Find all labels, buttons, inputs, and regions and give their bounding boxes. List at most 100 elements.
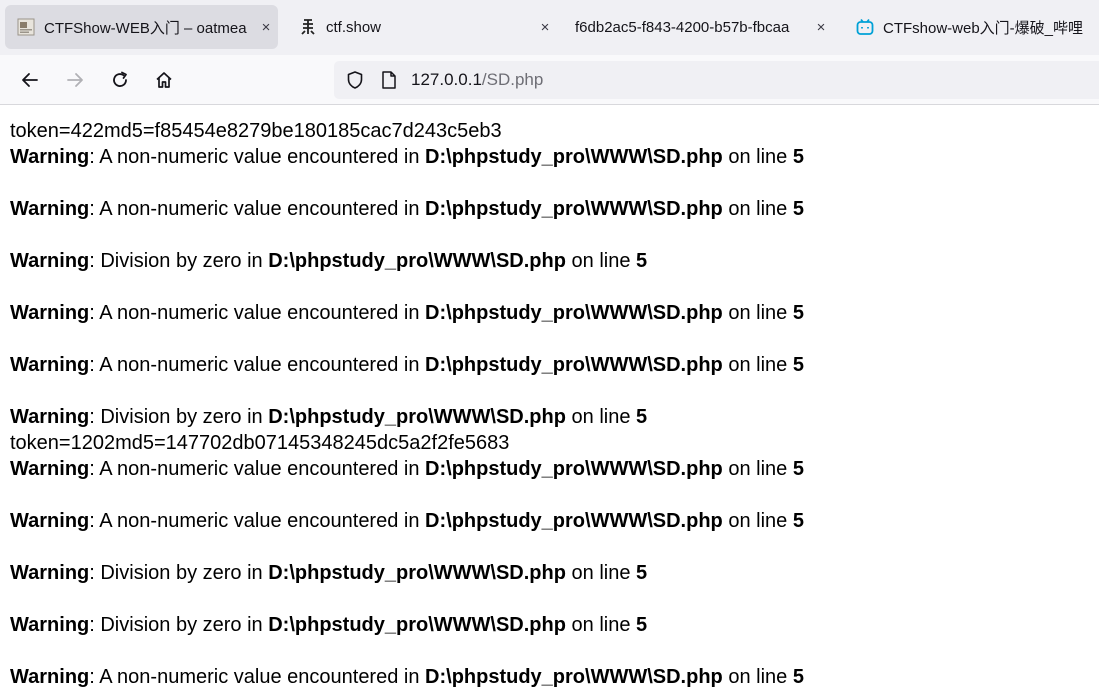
address-bar[interactable]: 127.0.0.1/SD.php xyxy=(334,61,1099,99)
warning-text: : A non-numeric value encountered in xyxy=(89,354,426,376)
home-icon xyxy=(156,72,172,88)
warning-label: Warning xyxy=(10,146,90,168)
close-icon[interactable]: × xyxy=(254,19,278,36)
line-break xyxy=(10,378,1090,404)
on-line-text: on line xyxy=(722,146,793,168)
warning-line: Warning: Division by zero in D:\phpstudy… xyxy=(10,248,1090,274)
forward-button[interactable] xyxy=(60,65,90,95)
warning-label: Warning xyxy=(10,458,90,480)
line-number: 5 xyxy=(792,458,804,480)
on-line-text: on line xyxy=(722,302,793,324)
warning-text: : Division by zero in xyxy=(89,250,269,272)
line-number: 5 xyxy=(636,406,648,428)
navigation-toolbar: 127.0.0.1/SD.php xyxy=(0,55,1099,105)
file-path: D:\phpstudy_pro\WWW\SD.php xyxy=(268,562,566,584)
warning-line: Warning: A non-numeric value encountered… xyxy=(10,508,1090,534)
tab-ctf-show[interactable]: ctf.show × xyxy=(287,5,557,49)
line-number: 5 xyxy=(636,250,648,272)
line-break xyxy=(10,482,1090,508)
warning-text: : Division by zero in xyxy=(89,406,269,428)
arrow-right-icon xyxy=(67,73,83,87)
warning-text: : Division by zero in xyxy=(89,614,269,636)
warning-text: : A non-numeric value encountered in xyxy=(89,458,426,480)
warning-text: : Division by zero in xyxy=(89,562,269,584)
tab-uuid-page[interactable]: f6db2ac5-f843-4200-b57b-fbcaa × xyxy=(563,5,833,49)
line-break xyxy=(10,170,1090,196)
on-line-text: on line xyxy=(722,354,793,376)
close-icon[interactable]: × xyxy=(533,19,557,36)
bilibili-icon xyxy=(856,18,874,35)
warning-line: Warning: A non-numeric value encountered… xyxy=(10,664,1090,690)
tab-title: f6db2ac5-f843-4200-b57b-fbcaa xyxy=(575,18,790,36)
url-text[interactable]: 127.0.0.1/SD.php xyxy=(411,70,543,90)
file-path: D:\phpstudy_pro\WWW\SD.php xyxy=(425,146,723,168)
tab-strip: CTFShow-WEB入门 – oatmea × ctf.show × f6db… xyxy=(0,0,1099,55)
reload-icon xyxy=(113,71,127,87)
line-number: 5 xyxy=(792,354,804,376)
warning-line: Warning: A non-numeric value encountered… xyxy=(10,300,1090,326)
warning-text: : A non-numeric value encountered in xyxy=(89,302,426,324)
warning-line: Warning: A non-numeric value encountered… xyxy=(10,196,1090,222)
warning-label: Warning xyxy=(10,510,90,532)
on-line-text: on line xyxy=(722,510,793,532)
on-line-text: on line xyxy=(565,614,637,636)
warning-text: : A non-numeric value encountered in xyxy=(89,146,426,168)
tab-title: ctf.show xyxy=(326,18,382,36)
line-number: 5 xyxy=(792,198,804,220)
tab-title: CTFShow-WEB入门 – oatmea xyxy=(44,19,247,37)
url-path: /SD.php xyxy=(481,70,544,89)
warning-label: Warning xyxy=(10,354,90,376)
line-break xyxy=(10,534,1090,560)
on-line-text: on line xyxy=(565,406,637,428)
close-icon[interactable]: × xyxy=(809,19,833,36)
file-path: D:\phpstudy_pro\WWW\SD.php xyxy=(425,354,723,376)
line-number: 5 xyxy=(636,562,648,584)
token-line: token=1202md5=147702db07145348245dc5a2f2… xyxy=(10,432,510,454)
warning-label: Warning xyxy=(10,406,90,428)
on-line-text: on line xyxy=(722,198,793,220)
line-break xyxy=(10,586,1090,612)
on-line-text: on line xyxy=(722,458,793,480)
line-number: 5 xyxy=(792,146,804,168)
url-host: 127.0.0.1 xyxy=(411,70,482,89)
back-button[interactable] xyxy=(15,65,45,95)
file-path: D:\phpstudy_pro\WWW\SD.php xyxy=(268,250,566,272)
warning-label: Warning xyxy=(10,562,90,584)
warning-line: Warning: A non-numeric value encountered… xyxy=(10,456,1090,482)
warning-label: Warning xyxy=(10,250,90,272)
page-output: token=422md5=f85454e8279be180185cac7d243… xyxy=(10,118,1090,690)
tab-ctfshow-web-intro[interactable]: CTFShow-WEB入门 – oatmea × xyxy=(5,5,278,49)
line-number: 5 xyxy=(792,510,804,532)
page-icon[interactable] xyxy=(380,70,398,90)
line-number: 5 xyxy=(792,302,804,324)
ctfshow-logo-icon xyxy=(301,19,315,35)
file-path: D:\phpstudy_pro\WWW\SD.php xyxy=(425,302,723,324)
file-path: D:\phpstudy_pro\WWW\SD.php xyxy=(268,406,566,428)
shield-icon[interactable] xyxy=(345,70,365,90)
warning-label: Warning xyxy=(10,302,90,324)
line-break xyxy=(10,274,1090,300)
warning-line: Warning: Division by zero in D:\phpstudy… xyxy=(10,612,1090,638)
file-path: D:\phpstudy_pro\WWW\SD.php xyxy=(425,198,723,220)
warning-label: Warning xyxy=(10,198,90,220)
line-break xyxy=(10,222,1090,248)
on-line-text: on line xyxy=(565,250,637,272)
warning-label: Warning xyxy=(10,614,90,636)
warning-line: Warning: A non-numeric value encountered… xyxy=(10,144,1090,170)
warning-text: : A non-numeric value encountered in xyxy=(89,198,426,220)
token-line: token=422md5=f85454e8279be180185cac7d243… xyxy=(10,120,502,142)
warning-text: : A non-numeric value encountered in xyxy=(89,510,426,532)
tab-bilibili[interactable]: CTFshow-web入门-爆破_哔哩 xyxy=(844,5,1099,49)
file-path: D:\phpstudy_pro\WWW\SD.php xyxy=(425,510,723,532)
warning-line: Warning: Division by zero in D:\phpstudy… xyxy=(10,560,1090,586)
document-thumbnail-icon xyxy=(17,18,35,36)
line-break xyxy=(10,638,1090,664)
file-path: D:\phpstudy_pro\WWW\SD.php xyxy=(425,458,723,480)
line-break xyxy=(10,326,1090,352)
on-line-text: on line xyxy=(565,562,637,584)
arrow-left-icon xyxy=(22,73,38,87)
home-button[interactable] xyxy=(149,65,179,95)
tab-title: CTFshow-web入门-爆破_哔哩 xyxy=(883,19,1084,37)
reload-button[interactable] xyxy=(105,65,135,95)
line-number: 5 xyxy=(636,614,648,636)
